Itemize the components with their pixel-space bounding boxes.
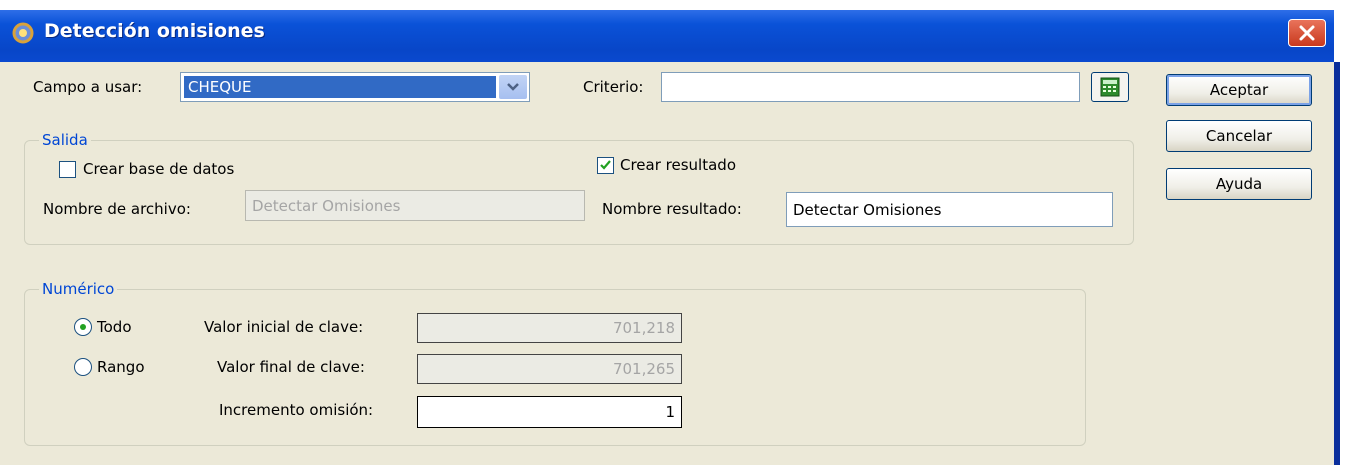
close-button[interactable] (1288, 19, 1326, 47)
valor-final-input[interactable] (417, 354, 682, 384)
window-border (1334, 62, 1340, 465)
title-bar[interactable]: Detección omisiones (0, 0, 1334, 62)
nombre-archivo-input[interactable] (245, 190, 585, 221)
rango-label[interactable]: Rango (97, 358, 145, 376)
crear-resultado-label[interactable]: Crear resultado (620, 156, 736, 174)
checkmark-icon (600, 160, 611, 170)
valor-inicial-label: Valor inicial de clave: (204, 318, 364, 336)
cancelar-button[interactable]: Cancelar (1166, 120, 1312, 152)
criterio-label: Criterio: (583, 78, 644, 96)
nombre-resultado-input[interactable] (786, 192, 1113, 227)
nombre-resultado-label: Nombre resultado: (602, 200, 742, 218)
incremento-input[interactable] (417, 396, 682, 428)
close-icon (1299, 25, 1315, 41)
app-icon (12, 22, 34, 44)
campo-selected-value: CHEQUE (184, 76, 496, 98)
window-title: Detección omisiones (44, 20, 265, 42)
salida-legend: Salida (42, 131, 88, 149)
todo-radio[interactable] (74, 318, 92, 336)
aceptar-button[interactable]: Aceptar (1166, 74, 1312, 106)
valor-inicial-input[interactable] (417, 313, 682, 343)
valor-final-label: Valor final de clave: (217, 358, 365, 376)
radio-selected-dot (80, 324, 86, 330)
crear-base-label[interactable]: Crear base de datos (83, 160, 234, 178)
todo-label[interactable]: Todo (97, 318, 132, 336)
criterio-input[interactable] (661, 72, 1080, 102)
crear-resultado-checkbox[interactable] (597, 157, 614, 174)
campo-select[interactable]: CHEQUE (180, 72, 530, 102)
ayuda-button[interactable]: Ayuda (1166, 168, 1312, 200)
dropdown-button[interactable] (499, 75, 527, 99)
chevron-down-icon (507, 83, 519, 91)
nombre-archivo-label: Nombre de archivo: (43, 200, 191, 218)
calculator-icon (1100, 77, 1120, 97)
numerico-legend: Numérico (42, 280, 115, 298)
rango-radio[interactable] (74, 358, 92, 376)
incremento-label: Incremento omisión: (219, 401, 374, 419)
calculator-button[interactable] (1091, 72, 1129, 102)
crear-base-checkbox[interactable] (59, 161, 76, 178)
campo-label: Campo a usar: (33, 78, 143, 96)
salida-group: Salida (24, 131, 1134, 245)
